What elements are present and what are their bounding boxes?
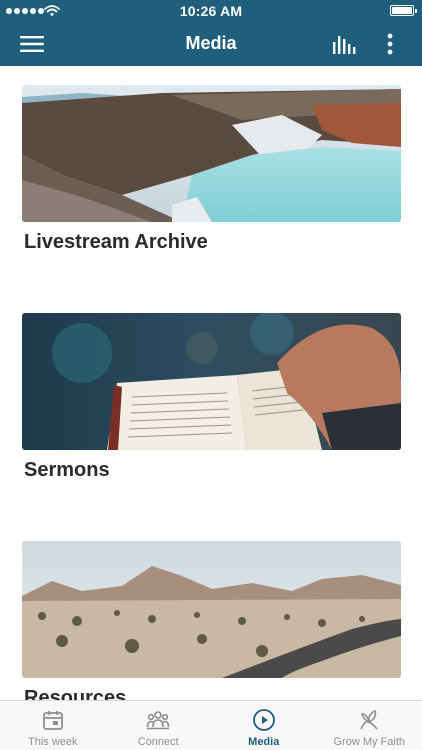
status-time: 10:26 AM: [179, 3, 243, 19]
tab-media[interactable]: Media: [211, 701, 317, 750]
media-card-livestream-archive[interactable]: Livestream Archive: [22, 85, 401, 254]
media-list: Livestream Archive Sermons Resources: [0, 66, 422, 700]
tab-label: Grow My Faith: [333, 736, 405, 748]
media-card-sermons[interactable]: Sermons: [22, 313, 401, 482]
navigation-bar: Media: [0, 22, 422, 66]
tab-label: This week: [27, 736, 78, 748]
people-icon: [146, 711, 170, 730]
sprout-icon: [360, 709, 378, 730]
vertical-ellipsis-icon: [387, 33, 393, 55]
crater-lake-photo: [22, 85, 401, 222]
bar-chart-icon: [333, 36, 356, 54]
tab-grow-my-faith[interactable]: Grow My Faith: [317, 701, 422, 750]
card-title: Resources: [24, 687, 127, 700]
calendar-icon: [42, 711, 63, 730]
tab-connect[interactable]: Connect: [106, 701, 212, 750]
tab-this-week[interactable]: This week: [0, 701, 106, 750]
more-options-button[interactable]: [376, 22, 404, 66]
open-bible-photo: [22, 313, 401, 450]
tab-bar: This week Connect Media Grow My Faith: [0, 700, 422, 750]
play-circle-icon: [252, 709, 275, 731]
tab-label: Connect: [137, 736, 179, 748]
card-title: Livestream Archive: [24, 231, 208, 253]
desert-road-photo: [22, 541, 401, 678]
media-card-resources[interactable]: Resources: [22, 541, 401, 700]
tab-label: Media: [248, 736, 280, 748]
card-title: Sermons: [24, 459, 110, 481]
audio-levels-button[interactable]: [326, 22, 362, 66]
battery-icon: [390, 5, 417, 16]
status-bar: 10:26 AM: [0, 0, 422, 22]
